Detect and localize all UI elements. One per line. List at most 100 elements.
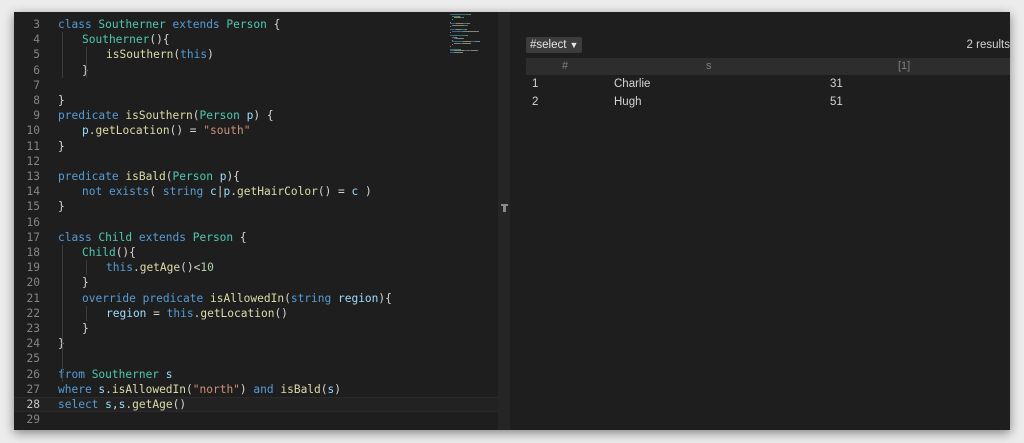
line-number: 14 [26,185,40,199]
code-token: { [273,18,281,31]
code-token: getLocation [200,306,275,320]
code-text: p.getLocation() = "south" [82,123,250,138]
code-line[interactable]: 28 select s,s.getAge() [14,397,498,412]
line-number: 18 [26,246,40,259]
line-number: 26 [26,367,40,381]
code-text: } [82,275,89,290]
column-header-1[interactable]: [1] [898,58,910,75]
table-row[interactable]: 1 Charlie 31 [526,76,1010,93]
column-header-index[interactable]: # [562,58,568,75]
code-token: isBald [280,382,321,396]
code-token: not [82,185,109,199]
code-token: getLocation [95,124,170,138]
code-line[interactable]: 10 p.getLocation() = "south" [14,123,498,138]
code-token: ()< [180,261,201,275]
code-token: Person [172,170,220,183]
code-line[interactable]: 9 predicate isSouthern(Person p) { [14,108,498,123]
code-token: ) [207,48,214,62]
code-line[interactable]: 14 not exists( string c|p.getHairColor() … [14,184,498,199]
code-token: ) { [253,109,274,123]
indent-guide [86,47,87,78]
code-line[interactable]: 21 override predicate isAllowedIn(string … [14,291,498,306]
code-text: } [58,139,65,154]
code-token: ){ [226,170,240,183]
code-line[interactable]: 7 [14,78,498,93]
code-token: ( [186,382,193,396]
code-text: class Child extends Person { [58,230,247,245]
code-token: () [172,398,187,411]
code-text: isSouthern(this) [106,47,214,62]
code-token: , [111,398,119,411]
code-token: () = [317,185,352,199]
code-text: not exists( string c|p.getHairColor() = … [82,184,372,199]
code-line[interactable]: 25 [14,351,498,366]
line-number: 20 [26,276,40,290]
code-token: ) [334,382,342,396]
code-token: exists [108,185,150,199]
code-token: extends [138,230,193,244]
code-line[interactable]: 17 class Child extends Person { [14,230,498,245]
indent-guide [86,260,87,276]
code-token: Person [192,230,240,244]
code-line[interactable]: 18 Child(){ [14,245,498,260]
code-token: isBald [125,170,166,183]
code-line[interactable]: 12 [14,154,498,169]
code-token: (){ [149,33,170,47]
code-token: getAge [139,261,181,275]
line-number: 7 [33,78,40,92]
code-token: string [290,291,338,305]
code-line[interactable]: 29 [14,412,498,427]
line-number: 12 [26,154,40,168]
result-set-label: #select [530,39,567,51]
minimap-stroke [470,14,471,15]
code-token: isSouthern [106,48,174,62]
code-line[interactable]: 3 class Southerner extends Person { [14,17,498,32]
code-token: (){ [115,246,136,259]
code-line[interactable]: 15} [14,199,498,214]
code-token: getAge [132,398,173,411]
cell-s[interactable]: Hugh [614,94,642,111]
code-line[interactable]: 23} [14,321,498,336]
table-row[interactable]: 2 Hugh 51 [526,94,1010,111]
column-header-s[interactable]: s [706,58,712,75]
results-count: 2 results [966,39,1010,51]
code-line[interactable]: 24} [14,336,498,351]
code-token: | [216,185,224,199]
grip-icon[interactable] [501,204,508,212]
code-line[interactable]: 13 predicate isBald(Person p){ [14,169,498,184]
line-number: 11 [26,139,40,153]
code-line[interactable]: 20} [14,275,498,290]
code-line[interactable]: 27 where s.isAllowedIn("north") and isBal… [14,382,498,397]
code-token: ( [149,185,163,199]
line-number: 29 [26,413,40,427]
line-number: 17 [26,230,40,244]
code-editor[interactable]: 3 class Southerner extends Person {4 South… [14,12,498,430]
code-line[interactable]: 4 Southerner(){ [14,32,498,47]
code-token: this [166,306,194,320]
code-token: from [58,367,92,381]
code-token: { [239,230,247,244]
line-number: 28 [26,398,40,411]
code-text: class Southerner extends Person { [58,17,280,32]
code-token: isAllowedIn [209,291,285,305]
code-token: } [82,322,89,335]
indent-guide [86,305,87,321]
result-set-dropdown[interactable]: #select ▼ [526,37,583,53]
split-sash[interactable] [498,12,510,430]
code-line[interactable]: 11} [14,139,498,154]
code-line[interactable]: 8} [14,93,498,108]
cell-s[interactable]: Charlie [614,76,650,93]
code-line[interactable]: 16 [14,215,498,230]
code-text: Child(){ [82,245,136,260]
code-text: predicate isSouthern(Person p) { [58,108,274,123]
code-token: predicate [142,291,210,305]
code-token: ){ [378,291,392,305]
code-token: Child [98,230,139,244]
line-number: 25 [26,352,40,366]
code-token: isAllowedIn [111,382,187,396]
code-text: from Southerner s [58,367,173,382]
line-number: 10 [26,124,40,138]
code-token: extends [172,18,227,31]
code-line[interactable]: 26 from Southerner s [14,367,498,382]
code-token: region [106,306,147,320]
